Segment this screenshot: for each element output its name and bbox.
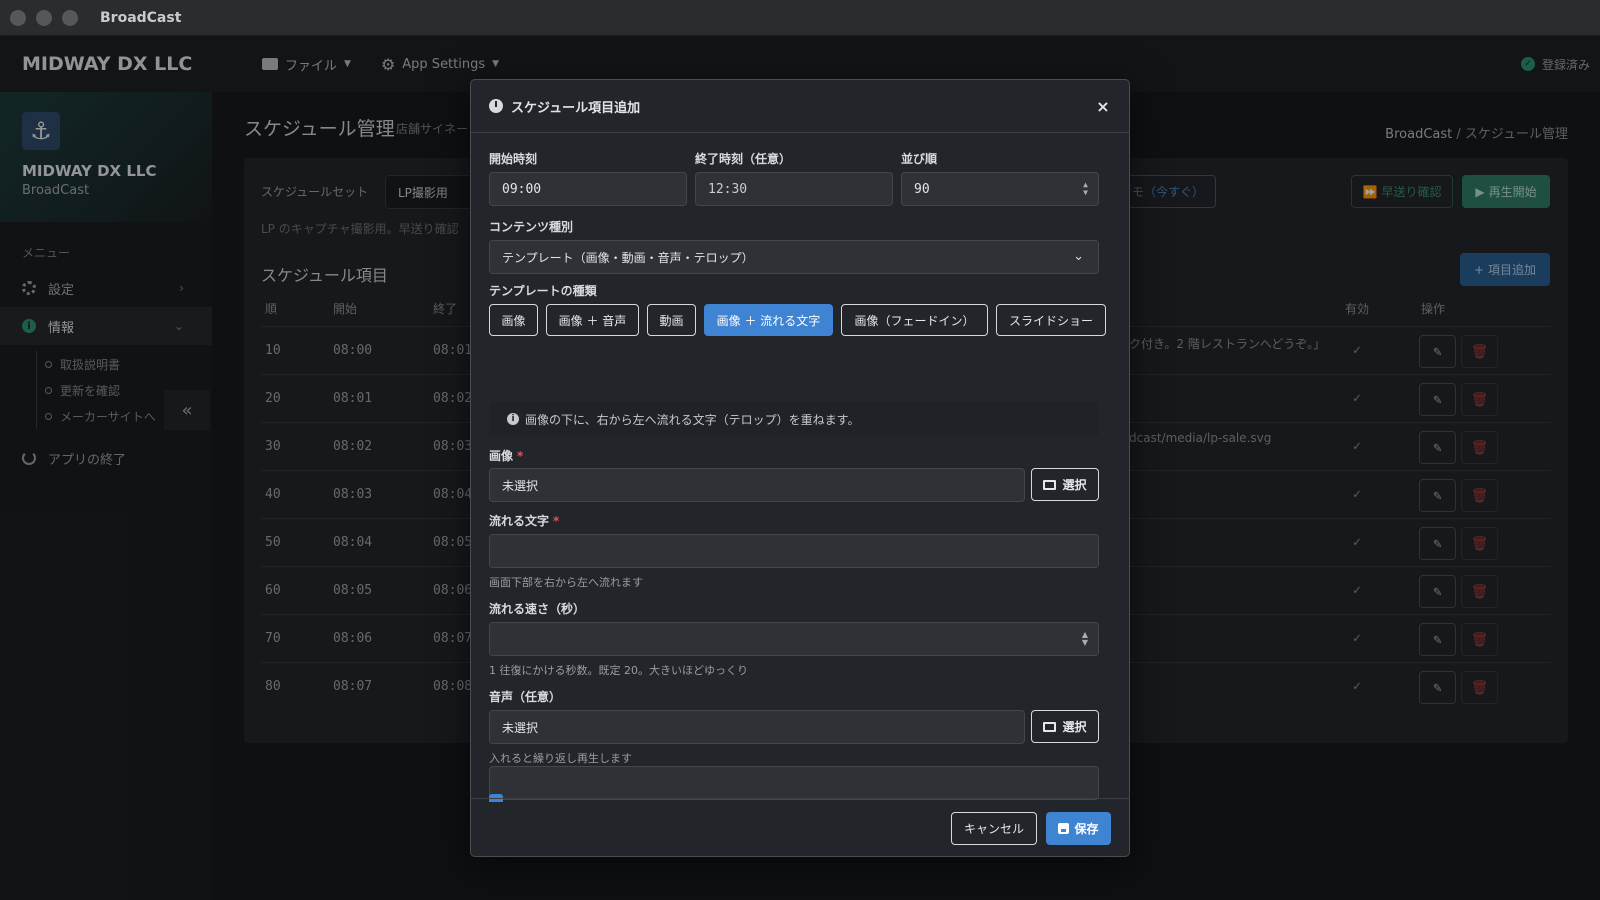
audio-label: 音声（任意） xyxy=(489,690,562,704)
save-button[interactable]: 保存 xyxy=(1046,812,1111,845)
select-image-label: 選択 xyxy=(1062,478,1087,492)
ticker-speed-help: 1 往復にかける秒数。既定 20。大きいほどゆっくり xyxy=(489,664,748,677)
content-type-select[interactable]: テンプレート（画像・動画・音声・テロップ） ⌄ xyxy=(489,240,1099,274)
ticker-speed-input[interactable]: ▲ ▼ xyxy=(489,622,1099,656)
image-field[interactable]: 未選択 xyxy=(489,468,1025,502)
close-window-button[interactable] xyxy=(10,9,26,26)
template-type-group: 画像 画像 ＋ 音声 動画 画像 ＋ 流れる文字 画像（フェードイン） スライド… xyxy=(489,304,1106,336)
save-label: 保存 xyxy=(1074,822,1099,836)
modal-footer: キャンセル 保存 xyxy=(471,798,1129,856)
select-audio-button[interactable]: 選択 xyxy=(1031,710,1099,743)
template-video-button[interactable]: 動画 xyxy=(647,304,696,336)
end-time-label: 終了時刻（任意） xyxy=(695,152,792,166)
modal-body: 開始時刻 09:00 終了時刻（任意） 12:30 並び順 90 ▲ ▼ コンテン… xyxy=(471,134,1129,798)
template-description: i 画像の下に、右から左へ流れる文字（テロップ）を重ねます。 xyxy=(489,402,1099,436)
modal-title: スケジュール項目追加 xyxy=(511,100,641,116)
order-value: 90 xyxy=(914,181,930,197)
window-title: BroadCast xyxy=(100,9,182,26)
close-icon[interactable]: × xyxy=(1093,96,1113,116)
add-schedule-item-modal: スケジュール項目追加 × 開始時刻 09:00 終了時刻（任意） 12:30 並… xyxy=(470,79,1130,857)
required-asterisk: * xyxy=(553,514,560,528)
modal-header: スケジュール項目追加 × xyxy=(471,80,1129,133)
content-type-value: テンプレート（画像・動画・音声・テロップ） xyxy=(502,250,754,265)
template-type-label: テンプレートの種類 xyxy=(489,284,597,298)
folder-open-icon xyxy=(1043,479,1057,490)
image-label: 画像 * xyxy=(489,449,524,463)
chevron-down-icon: ⌄ xyxy=(1073,249,1084,264)
template-slideshow-button[interactable]: スライドショー xyxy=(996,304,1106,336)
spinner-icon[interactable]: ▲ ▼ xyxy=(1083,181,1088,197)
audio-help: 入れると繰り返し再生します xyxy=(489,752,632,765)
memo-input[interactable] xyxy=(489,766,1099,800)
info-icon: i xyxy=(507,413,519,425)
floppy-disk-icon xyxy=(1058,823,1070,834)
window-titlebar: BroadCast xyxy=(0,0,1600,36)
ticker-text-help: 画面下部を右から左へ流れます xyxy=(489,576,643,589)
cancel-button[interactable]: キャンセル xyxy=(951,812,1037,845)
template-image-fadein-button[interactable]: 画像（フェードイン） xyxy=(841,304,988,336)
minimize-window-button[interactable] xyxy=(36,9,52,26)
template-image-button[interactable]: 画像 xyxy=(489,304,538,336)
ticker-text-label: 流れる文字 * xyxy=(489,514,560,528)
order-input[interactable]: 90 ▲ ▼ xyxy=(901,172,1099,206)
content-type-label: コンテンツ種別 xyxy=(489,220,574,234)
select-image-button[interactable]: 選択 xyxy=(1031,468,1099,501)
start-time-label: 開始時刻 xyxy=(489,152,538,166)
template-image-ticker-button[interactable]: 画像 ＋ 流れる文字 xyxy=(704,304,833,336)
order-label: 並び順 xyxy=(901,152,938,166)
end-time-input[interactable]: 12:30 xyxy=(695,172,893,206)
spinner-icon[interactable]: ▲ ▼ xyxy=(1082,631,1088,647)
start-time-input[interactable]: 09:00 xyxy=(489,172,687,206)
folder-open-icon xyxy=(1043,721,1057,732)
clock-icon xyxy=(489,99,503,113)
template-description-text: 画像の下に、右から左へ流れる文字（テロップ）を重ねます。 xyxy=(525,412,860,427)
template-image-audio-button[interactable]: 画像 ＋ 音声 xyxy=(546,304,639,336)
zoom-window-button[interactable] xyxy=(62,9,78,26)
audio-field[interactable]: 未選択 xyxy=(489,710,1025,744)
required-asterisk: * xyxy=(517,449,524,463)
ticker-text-input[interactable] xyxy=(489,534,1099,568)
select-audio-label: 選択 xyxy=(1062,720,1087,734)
ticker-speed-label: 流れる速さ（秒） xyxy=(489,602,586,616)
